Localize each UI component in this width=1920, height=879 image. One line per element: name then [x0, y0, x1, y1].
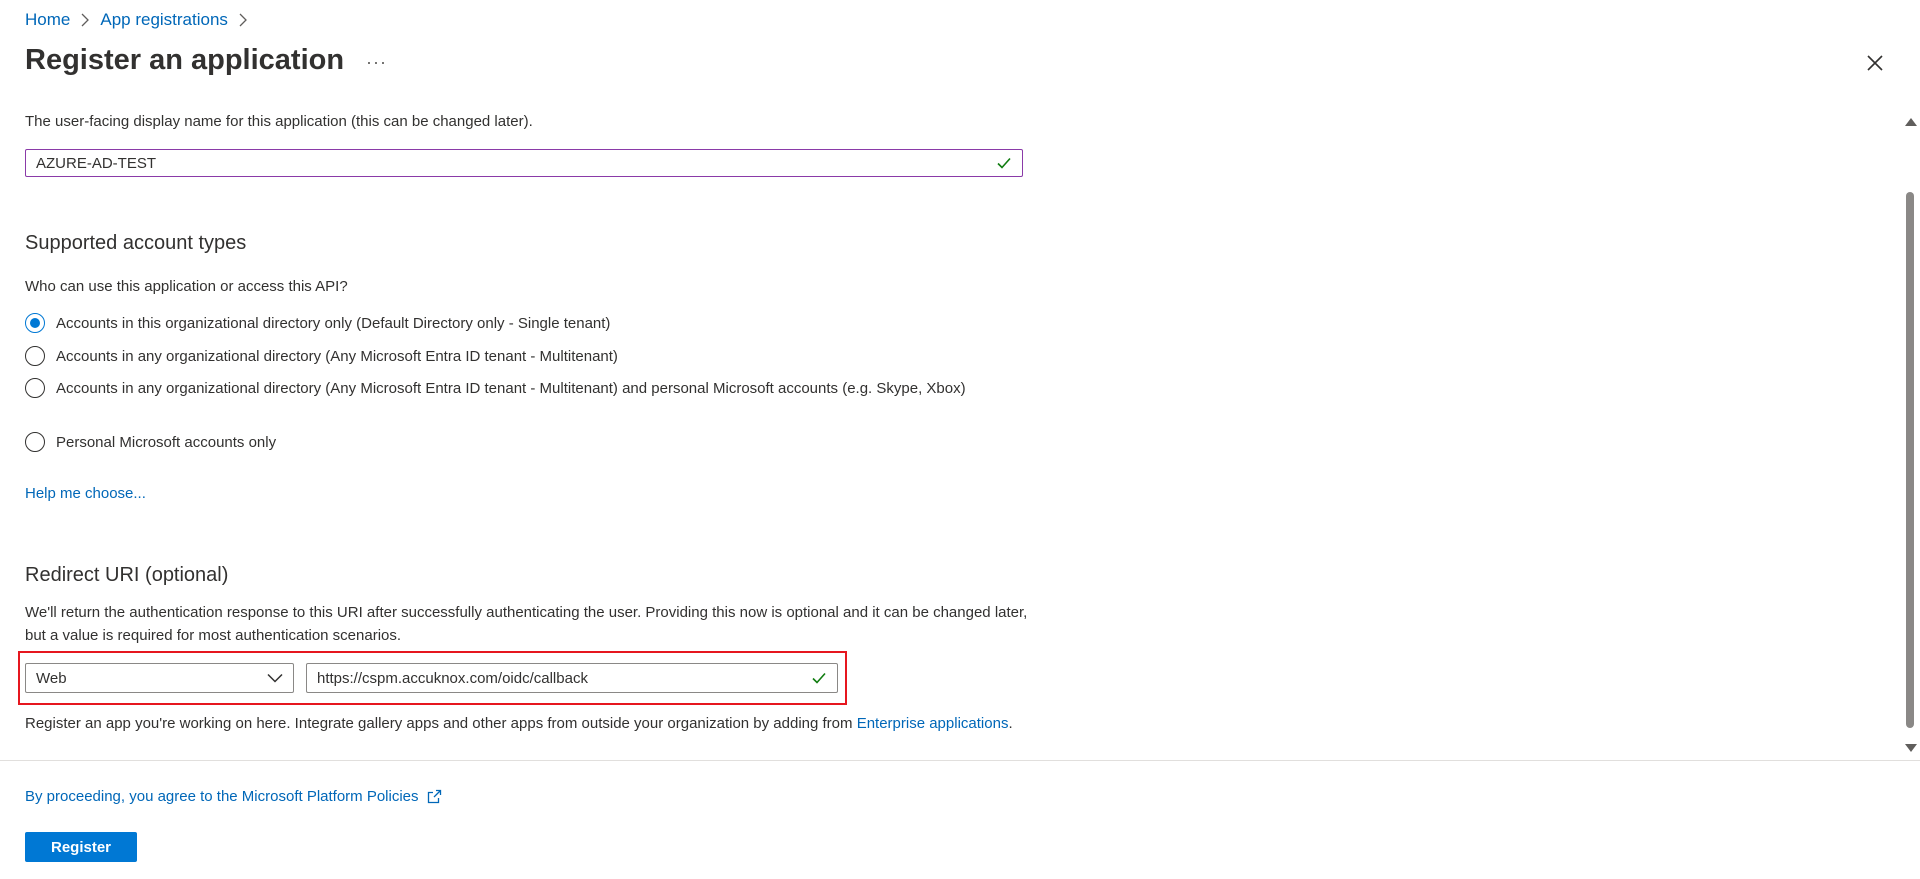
page-title: Register an application	[25, 44, 345, 76]
scroll-down-arrow-icon[interactable]	[1905, 744, 1917, 752]
register-button[interactable]: Register	[25, 832, 137, 862]
breadcrumb-app-registrations-link[interactable]: App registrations	[100, 10, 228, 30]
register-app-page: Home App registrations Register an appli…	[0, 0, 1920, 879]
redirect-uri-input[interactable]: https://cspm.accuknox.com/oidc/callback	[306, 663, 838, 693]
chevron-right-icon	[238, 13, 248, 27]
account-type-option-multitenant[interactable]: Accounts in any organizational directory…	[25, 346, 618, 368]
scrollbar[interactable]	[1903, 114, 1917, 756]
radio-label: Accounts in any organizational directory…	[56, 380, 966, 397]
scrollbar-thumb[interactable]	[1906, 192, 1914, 728]
account-type-option-single-tenant[interactable]: Accounts in this organizational director…	[25, 313, 610, 335]
radio-button[interactable]	[25, 378, 45, 398]
register-note-text: Register an app you're working on here. …	[25, 715, 857, 732]
redirect-uri-value: https://cspm.accuknox.com/oidc/callback	[317, 669, 588, 687]
close-icon[interactable]	[1864, 52, 1886, 74]
radio-label: Personal Microsoft accounts only	[56, 434, 277, 451]
name-description: The user-facing display name for this ap…	[25, 113, 533, 130]
help-me-choose-link[interactable]: Help me choose...	[25, 485, 146, 502]
footer-divider	[0, 760, 1920, 761]
platform-policies-link[interactable]: By proceeding, you agree to the Microsof…	[25, 788, 442, 805]
radio-button[interactable]	[25, 313, 45, 333]
platform-select[interactable]: Web	[25, 663, 294, 693]
account-types-question: Who can use this application or access t…	[25, 278, 348, 295]
register-note-end: .	[1008, 715, 1013, 732]
breadcrumb-home-link[interactable]: Home	[25, 10, 70, 30]
redirect-uri-description: We'll return the authentication response…	[25, 604, 1028, 644]
checkmark-icon	[811, 670, 827, 686]
platform-select-value: Web	[36, 669, 67, 687]
enterprise-applications-link[interactable]: Enterprise applications	[857, 715, 1009, 732]
scroll-up-arrow-icon[interactable]	[1905, 118, 1917, 126]
radio-label: Accounts in this organizational director…	[56, 315, 611, 332]
more-options-icon[interactable]: ···	[366, 52, 387, 73]
register-note: Register an app you're working on here. …	[25, 715, 1013, 732]
external-link-icon	[427, 789, 442, 804]
redirect-uri-heading: Redirect URI (optional)	[25, 564, 229, 586]
display-name-value: AZURE-AD-TEST	[36, 154, 156, 172]
account-type-option-multitenant-personal[interactable]: Accounts in any organizational directory…	[25, 378, 966, 400]
platform-policies-text: By proceeding, you agree to the Microsof…	[25, 788, 419, 805]
account-types-heading: Supported account types	[25, 232, 247, 254]
radio-button[interactable]	[25, 346, 45, 366]
display-name-input[interactable]: AZURE-AD-TEST	[25, 149, 1023, 177]
radio-label: Accounts in any organizational directory…	[56, 348, 618, 365]
chevron-right-icon	[80, 13, 90, 27]
account-type-option-personal[interactable]: Personal Microsoft accounts only	[25, 432, 276, 454]
radio-button[interactable]	[25, 432, 45, 452]
breadcrumb: Home App registrations	[25, 10, 248, 30]
chevron-down-icon	[267, 673, 283, 683]
checkmark-icon	[996, 155, 1012, 171]
